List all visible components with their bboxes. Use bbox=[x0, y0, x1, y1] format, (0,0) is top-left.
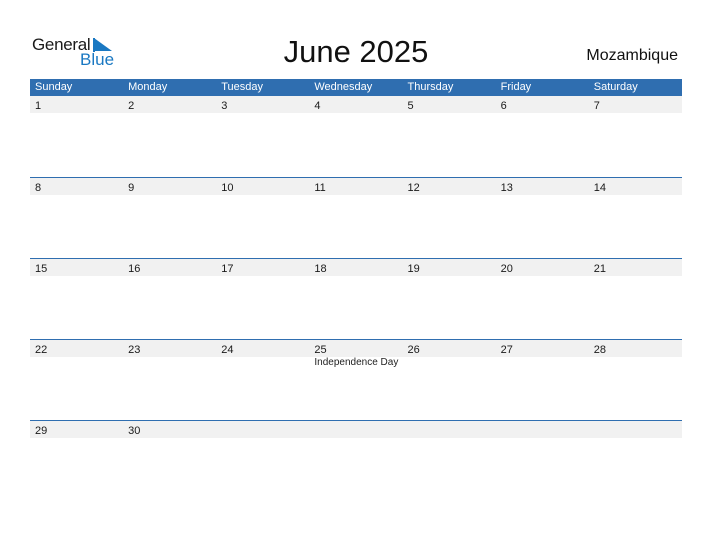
day-number: 15 bbox=[35, 263, 48, 275]
day-cell: 5 bbox=[403, 96, 496, 113]
day-number: 27 bbox=[500, 344, 513, 356]
day-cell: 17 bbox=[216, 259, 309, 276]
date-strip: 15 16 17 18 19 20 21 bbox=[30, 259, 682, 276]
day-number: 20 bbox=[500, 263, 513, 275]
day-number: 25 bbox=[314, 344, 327, 356]
weekday-monday: Monday bbox=[128, 81, 168, 93]
weekday-friday: Friday bbox=[500, 81, 532, 93]
day-cell bbox=[589, 421, 682, 438]
day-number: 4 bbox=[314, 100, 321, 112]
day-number: 10 bbox=[221, 182, 234, 194]
day-cell: 11 bbox=[309, 178, 402, 195]
day-number: 8 bbox=[35, 182, 42, 194]
day-number: 11 bbox=[314, 182, 326, 194]
day-cell: 3 bbox=[216, 96, 309, 113]
day-number: 9 bbox=[128, 182, 135, 194]
day-cell: 6 bbox=[496, 96, 589, 113]
week-row: 22 23 24 25 Independence Day 26 27 28 bbox=[30, 339, 682, 420]
day-cell: 15 bbox=[30, 259, 123, 276]
day-number: 16 bbox=[128, 263, 141, 275]
day-cell: 8 bbox=[30, 178, 123, 195]
day-cell: 18 bbox=[309, 259, 402, 276]
day-cell: 2 bbox=[123, 96, 216, 113]
day-cell: 27 bbox=[496, 340, 589, 357]
day-cell bbox=[309, 421, 402, 438]
weekday-thursday: Thursday bbox=[407, 81, 454, 93]
day-number: 23 bbox=[128, 344, 141, 356]
holiday-label: Independence Day bbox=[314, 357, 399, 368]
day-number: 30 bbox=[128, 425, 141, 437]
day-cell: 19 bbox=[403, 259, 496, 276]
date-strip: 29 30 bbox=[30, 421, 682, 438]
weekday-wednesday: Wednesday bbox=[314, 81, 373, 93]
country-label: Mozambique bbox=[586, 47, 678, 64]
day-number: 3 bbox=[221, 100, 228, 112]
day-number: 5 bbox=[407, 100, 414, 112]
day-cell bbox=[216, 421, 309, 438]
day-cell: 23 bbox=[123, 340, 216, 357]
weekday-saturday: Saturday bbox=[593, 81, 638, 93]
day-number: 13 bbox=[500, 182, 513, 194]
day-cell bbox=[403, 421, 496, 438]
week-row: 29 30 bbox=[30, 420, 682, 501]
day-cell: 25 Independence Day bbox=[309, 340, 402, 368]
day-number: 26 bbox=[407, 344, 420, 356]
day-number: 2 bbox=[128, 100, 135, 112]
day-cell: 28 bbox=[589, 340, 682, 357]
day-number: 24 bbox=[221, 344, 234, 356]
week-row: 1 2 3 4 5 6 7 bbox=[30, 96, 682, 177]
day-cell: 20 bbox=[496, 259, 589, 276]
day-cell: 24 bbox=[216, 340, 309, 357]
day-cell: 10 bbox=[216, 178, 309, 195]
weekday-tuesday: Tuesday bbox=[221, 81, 264, 93]
day-cell: 14 bbox=[589, 178, 682, 195]
day-cell: 30 bbox=[123, 421, 216, 438]
day-number: 6 bbox=[500, 100, 507, 112]
weekday-header: Sunday Monday Tuesday Wednesday Thursday… bbox=[30, 79, 682, 96]
weekday-sunday: Sunday bbox=[35, 81, 73, 93]
day-number: 1 bbox=[35, 100, 42, 112]
day-number: 22 bbox=[35, 344, 48, 356]
day-number: 17 bbox=[221, 263, 234, 275]
date-strip: 1 2 3 4 5 6 7 bbox=[30, 96, 682, 113]
day-cell: 4 bbox=[309, 96, 402, 113]
day-cell: 1 bbox=[30, 96, 123, 113]
day-number: 12 bbox=[407, 182, 420, 194]
day-cell: 16 bbox=[123, 259, 216, 276]
calendar-grid: Sunday Monday Tuesday Wednesday Thursday… bbox=[30, 79, 682, 501]
day-number: 28 bbox=[593, 344, 606, 356]
day-cell: 29 bbox=[30, 421, 123, 438]
day-cell: 12 bbox=[403, 178, 496, 195]
day-cell: 9 bbox=[123, 178, 216, 195]
day-number: 29 bbox=[35, 425, 48, 437]
weeks-container: 1 2 3 4 5 6 7 8 9 10 11 12 13 14 15 16 17 18 19 20 21 22 23 24 2… bbox=[30, 96, 682, 501]
day-number: 21 bbox=[593, 263, 606, 275]
day-number: 14 bbox=[593, 182, 606, 194]
date-strip: 22 23 24 25 Independence Day 26 27 28 bbox=[30, 340, 682, 368]
day-cell: 13 bbox=[496, 178, 589, 195]
day-number: 19 bbox=[407, 263, 420, 275]
day-cell: 21 bbox=[589, 259, 682, 276]
day-number: 18 bbox=[314, 263, 327, 275]
date-strip: 8 9 10 11 12 13 14 bbox=[30, 178, 682, 195]
day-cell: 22 bbox=[30, 340, 123, 357]
day-cell: 26 bbox=[403, 340, 496, 357]
day-number: 7 bbox=[593, 100, 600, 112]
day-cell: 7 bbox=[589, 96, 682, 113]
week-row: 15 16 17 18 19 20 21 bbox=[30, 258, 682, 339]
week-row: 8 9 10 11 12 13 14 bbox=[30, 177, 682, 258]
day-cell bbox=[496, 421, 589, 438]
